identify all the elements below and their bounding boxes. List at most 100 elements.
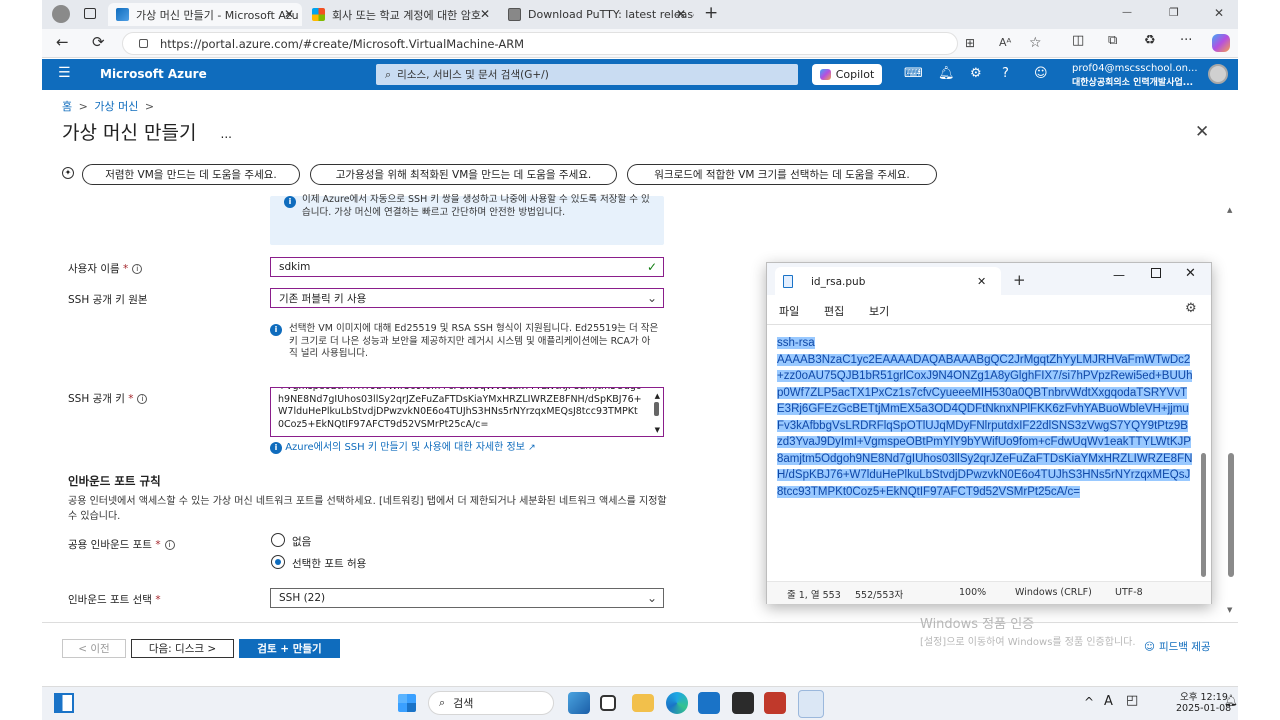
ime-indicator[interactable]: A <box>1104 694 1113 709</box>
notepad-settings-gear-icon[interactable]: ⚙ <box>1185 301 1197 316</box>
info-icon[interactable]: i <box>137 394 148 404</box>
tab-close-icon[interactable]: ✕ <box>676 7 686 21</box>
previous-button[interactable]: < 이전 <box>62 639 126 658</box>
menu-edit[interactable]: 편집 <box>824 303 844 319</box>
restore-button[interactable]: ❐ <box>1169 6 1179 19</box>
info-icon[interactable]: i <box>132 264 143 274</box>
more-menu-icon[interactable]: ··· <box>1180 33 1192 48</box>
profile-avatar[interactable] <box>52 5 70 23</box>
menu-file[interactable]: 파일 <box>779 303 799 319</box>
notepad-tab-close-icon[interactable]: ✕ <box>977 275 986 288</box>
search-icon: ⌕ <box>385 67 392 81</box>
chip-high-availability[interactable]: 고가용성을 위해 최적화된 VM을 만드는 데 도움을 주세요. <box>310 164 617 185</box>
terminal-icon[interactable] <box>732 692 754 714</box>
azure-brand[interactable]: Microsoft Azure <box>100 67 207 81</box>
ssh-autogen-info-text: 이제 Azure에서 자동으로 SSH 키 쌍을 생성하고 나중에 사용할 수 … <box>302 194 650 218</box>
help-icon[interactable]: ? <box>1002 66 1009 81</box>
file-explorer-icon[interactable] <box>632 694 654 712</box>
taskbar-search[interactable]: ⌕ 검색 <box>428 691 554 715</box>
close-window-button[interactable]: ✕ <box>1214 6 1224 20</box>
notepad-taskbar-icon[interactable] <box>798 690 824 718</box>
feedback-person-icon[interactable]: ☺ <box>1034 66 1048 81</box>
review-create-button[interactable]: 검토 + 만들기 <box>239 639 340 658</box>
split-window-icon[interactable]: ◫ <box>1072 33 1084 48</box>
new-tab-button[interactable]: + <box>704 3 718 23</box>
start-windows-icon[interactable] <box>398 694 416 712</box>
tab-azure[interactable]: 가상 머신 만들기 - Microsoft Azu ✕ <box>108 3 302 26</box>
favorite-star-icon[interactable]: ☆ <box>1029 35 1042 51</box>
radio-allow-selected[interactable] <box>271 555 285 569</box>
notepad-minimize-icon[interactable]: — <box>1113 268 1125 282</box>
scroll-thumb[interactable] <box>1228 453 1234 577</box>
status-zoom: 100% <box>959 587 987 598</box>
page-scrollbar[interactable]: ▲ ▼ <box>1227 200 1235 620</box>
breadcrumb-separator: > <box>78 100 88 113</box>
snipping-tool-icon[interactable] <box>764 692 786 714</box>
scroll-down-icon[interactable]: ▼ <box>1227 606 1232 614</box>
notepad-close-icon[interactable]: ✕ <box>1185 266 1196 281</box>
copilot-logo-icon[interactable] <box>1212 34 1230 52</box>
tab-password[interactable]: 회사 또는 학교 계정에 대한 암호 ✕ <box>304 3 498 26</box>
cloud-shell-icon[interactable]: ⌨ <box>904 66 923 81</box>
collections-icon[interactable]: ⧉ <box>1108 33 1117 48</box>
settings-gear-icon[interactable]: ⚙ <box>970 66 982 81</box>
taskbar-time[interactable]: 오후 12:19 <box>1180 689 1228 703</box>
split-screen-icon[interactable]: ⊞ <box>965 36 975 50</box>
tab-putty[interactable]: Download PuTTY: latest release ( ✕ <box>500 3 694 26</box>
extensions-icon[interactable]: ♻ <box>1144 33 1156 48</box>
notifications-icon[interactable]: 🔔︎ <box>938 66 955 81</box>
account-email[interactable]: prof04@mscsschool.on... <box>1072 63 1198 74</box>
feedback-link[interactable]: ☺ 피드백 제공 <box>1144 639 1211 654</box>
public-inbound-label: 공용 인바운드 포트 * i <box>68 537 175 552</box>
tab-close-icon[interactable]: ✕ <box>480 7 490 21</box>
widgets-icon[interactable] <box>54 693 74 713</box>
ssh-source-select[interactable]: 기존 퍼블릭 키 사용 ⌄ <box>270 288 664 308</box>
notepad-scrollbar[interactable] <box>1199 329 1208 579</box>
url-field[interactable]: https://portal.azure.com/#create/Microso… <box>122 32 1042 55</box>
notepad-tab[interactable]: id_rsa.pub ✕ <box>775 267 1001 295</box>
breadcrumb-home[interactable]: 홈 <box>62 100 72 113</box>
ssh-help-link[interactable]: Azure에서의 SSH 키 만들기 및 사용에 대한 자세한 정보 <box>285 442 525 453</box>
azure-search-input[interactable]: ⌕ 리소스, 서비스 및 문서 검색(G+/) <box>376 64 798 85</box>
copilot-button[interactable]: Copilot <box>812 64 882 85</box>
textarea-scroll-down-icon[interactable]: ▼ <box>655 424 660 436</box>
network-icon[interactable]: ◰ <box>1126 693 1138 708</box>
username-input[interactable]: sdkim ✓ <box>270 257 664 277</box>
minimize-button[interactable]: — <box>1122 7 1132 18</box>
notepad-text-area[interactable]: ssh-rsa AAAAB3NzaC1yc2EAAAADAQABAAABgQC2… <box>777 335 1193 500</box>
next-disks-button[interactable]: 다음: 디스크 > <box>131 639 234 658</box>
scroll-up-icon[interactable]: ▲ <box>1227 206 1232 214</box>
refresh-icon[interactable]: ⟳ <box>92 33 105 51</box>
ssh-source-value: 기존 퍼블릭 키 사용 <box>279 292 367 305</box>
hamburger-menu-icon[interactable]: ☰ <box>58 65 71 81</box>
textarea-scroll-thumb[interactable] <box>654 402 659 416</box>
menu-view[interactable]: 보기 <box>869 303 889 319</box>
avatar[interactable] <box>1208 64 1228 84</box>
tab-actions-icon[interactable] <box>84 8 96 19</box>
radio-none[interactable] <box>271 533 285 547</box>
textarea-scroll-up-icon[interactable]: ▲ <box>655 390 660 403</box>
breadcrumb-vm[interactable]: 가상 머신 <box>94 100 138 113</box>
taskbar-search-label: 검색 <box>453 697 474 710</box>
notepad-scroll-thumb[interactable] <box>1201 453 1206 577</box>
task-view-icon[interactable] <box>600 695 616 711</box>
notepad-new-tab-icon[interactable]: + <box>1013 271 1026 289</box>
tab-close-icon[interactable]: ✕ <box>284 7 294 21</box>
edge-browser-icon[interactable] <box>666 692 688 714</box>
more-actions-button[interactable]: ... <box>221 127 232 141</box>
notepad-maximize-icon[interactable] <box>1151 268 1161 278</box>
game-app-icon[interactable] <box>568 692 590 714</box>
read-aloud-icon[interactable]: Aᴬ <box>999 36 1011 49</box>
chip-cheap-vm[interactable]: 저렴한 VM을 만드는 데 도움을 주세요. <box>82 164 300 185</box>
info-icon[interactable]: i <box>164 540 175 550</box>
store-icon[interactable] <box>698 692 720 714</box>
taskbar-date[interactable]: 2025-01-08 <box>1176 703 1231 714</box>
notification-bell-icon[interactable]: 🔔︎ <box>1224 694 1238 707</box>
chip-vm-size[interactable]: 워크로드에 적합한 VM 크기를 선택하는 데 도움을 주세요. <box>627 164 937 185</box>
close-blade-button[interactable]: ✕ <box>1195 122 1209 142</box>
show-hidden-icons[interactable]: ^ <box>1084 695 1094 709</box>
ssh-key-textarea[interactable]: +Vgmspe0BtPmYlY9bYWifUo9fom+cFdwUqWv1eak… <box>270 387 664 437</box>
inbound-port-select[interactable]: SSH (22) ⌄ <box>270 588 664 608</box>
external-link-icon: ↗ <box>528 443 536 453</box>
back-icon[interactable]: ← <box>56 33 69 51</box>
